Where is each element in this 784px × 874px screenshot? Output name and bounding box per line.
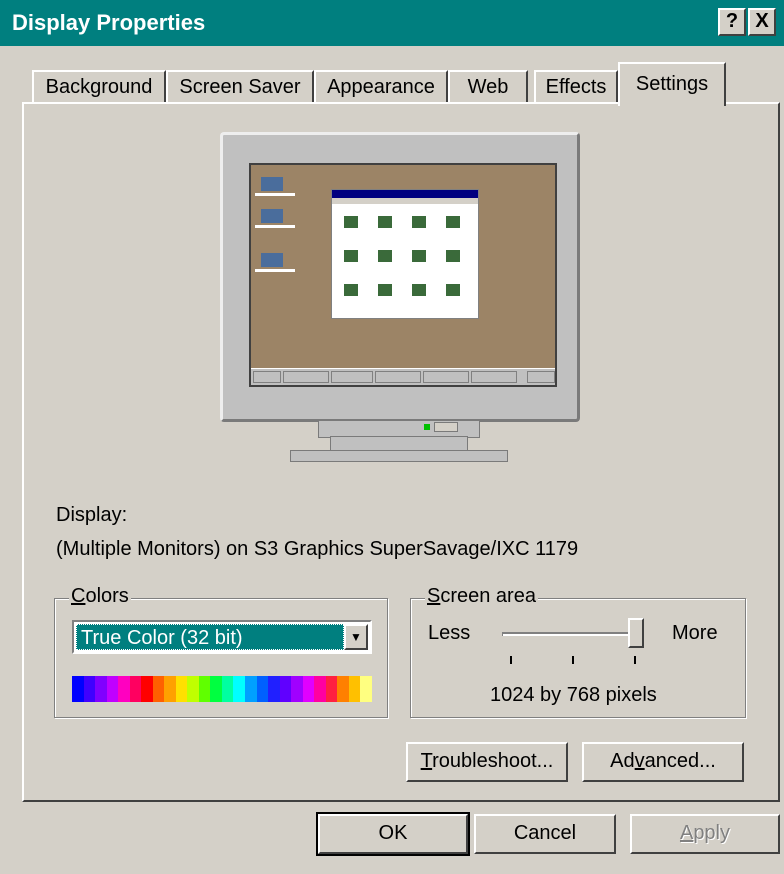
cancel-button[interactable]: Cancel xyxy=(474,814,616,854)
mini-window xyxy=(331,189,479,319)
tab-appearance[interactable]: Appearance xyxy=(314,70,448,104)
tab-settings[interactable]: Settings xyxy=(618,62,726,106)
monitor-preview xyxy=(220,132,580,422)
colors-group-label: Colors xyxy=(69,585,131,608)
troubleshoot-button[interactable]: Troubleshoot... xyxy=(406,742,568,782)
tab-web[interactable]: Web xyxy=(448,70,528,104)
monitor-base xyxy=(290,450,508,462)
desktop-icon xyxy=(261,209,283,223)
slider-tick xyxy=(634,656,636,664)
advanced-button[interactable]: Advanced... xyxy=(582,742,744,782)
dropdown-arrow-icon[interactable]: ▼ xyxy=(344,624,368,650)
title-bar[interactable]: Display Properties ? X xyxy=(0,0,784,46)
power-button-icon xyxy=(434,422,458,432)
monitor-screen xyxy=(249,163,557,387)
tab-effects[interactable]: Effects xyxy=(534,70,618,104)
colors-selected-value: True Color (32 bit) xyxy=(76,624,344,650)
more-label: More xyxy=(672,622,718,644)
tab-background[interactable]: Background xyxy=(32,70,166,104)
apply-button[interactable]: Apply xyxy=(630,814,780,854)
display-properties-window: Display Properties ? X Background Screen… xyxy=(0,0,784,874)
colors-select[interactable]: True Color (32 bit) ▼ xyxy=(72,620,372,654)
desktop-icon xyxy=(261,177,283,191)
desktop-icon-label xyxy=(255,269,295,272)
mini-taskbar xyxy=(251,368,555,385)
slider-tick xyxy=(510,656,512,664)
display-label: Display: xyxy=(56,504,128,526)
screen-area-slider-track[interactable] xyxy=(502,632,642,636)
resolution-label: 1024 by 768 pixels xyxy=(490,684,657,706)
tab-screen-saver[interactable]: Screen Saver xyxy=(166,70,314,104)
screen-area-slider-thumb[interactable] xyxy=(628,618,644,648)
less-label: Less xyxy=(428,622,471,644)
desktop-icon-label xyxy=(255,225,295,228)
color-palette-bar xyxy=(72,676,372,702)
ok-button[interactable]: OK xyxy=(316,812,470,856)
display-value: (Multiple Monitors) on S3 Graphics Super… xyxy=(56,538,579,560)
close-button[interactable]: X xyxy=(748,8,776,36)
power-led-icon xyxy=(424,424,430,430)
window-title: Display Properties xyxy=(12,10,206,35)
screen-area-group-label: Screen area xyxy=(425,585,538,608)
desktop-icon xyxy=(261,253,283,267)
slider-tick xyxy=(572,656,574,664)
desktop-icon-label xyxy=(255,193,295,196)
help-button[interactable]: ? xyxy=(718,8,746,36)
